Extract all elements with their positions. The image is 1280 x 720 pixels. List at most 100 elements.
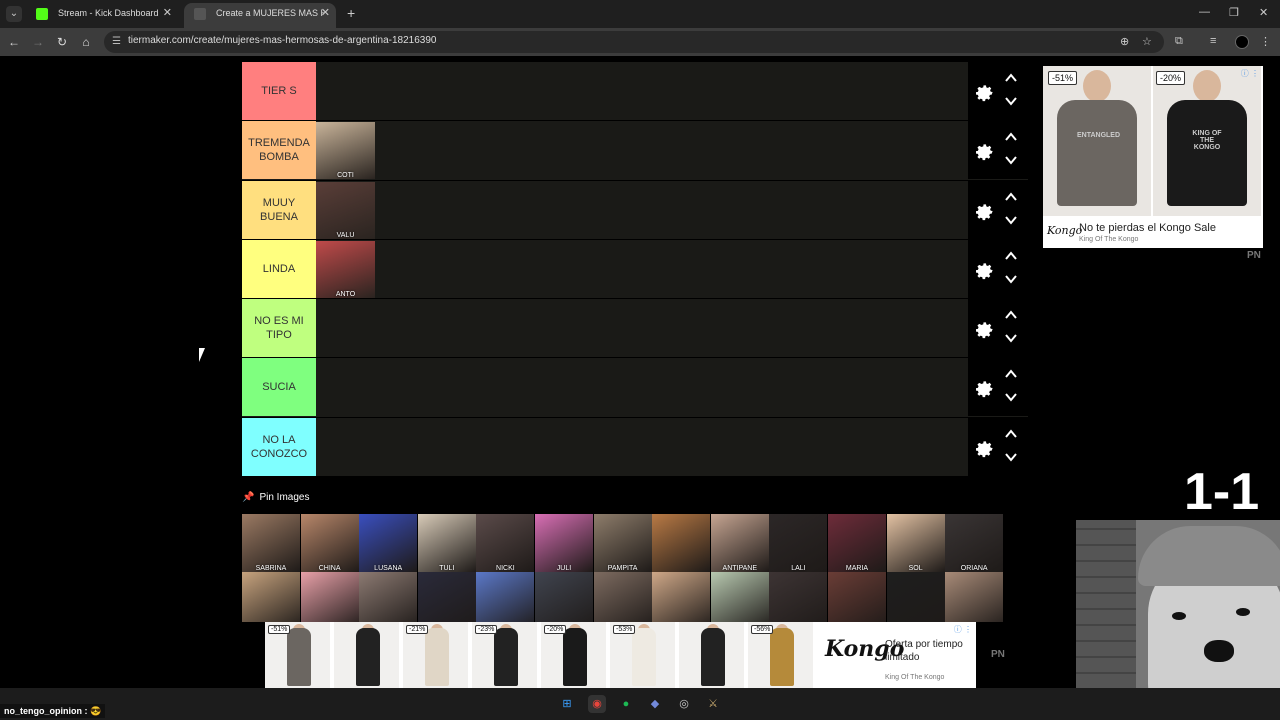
back-icon[interactable]: ← (6, 34, 22, 50)
gear-icon[interactable] (973, 376, 995, 398)
profile-avatar[interactable] (1235, 35, 1249, 49)
chevron-down-icon[interactable] (1004, 95, 1018, 107)
gear-icon[interactable] (973, 199, 995, 221)
image-label: COTI (337, 172, 354, 180)
gear-icon[interactable] (973, 80, 995, 102)
bank-image-card[interactable]: JULI (535, 514, 593, 572)
tier-image-card[interactable]: VALU (316, 181, 375, 239)
chevron-down-icon[interactable] (1004, 451, 1018, 463)
photo-image (886, 514, 945, 572)
chevron-up-icon[interactable] (1004, 131, 1018, 143)
restore-icon[interactable]: ❐ (1229, 6, 1239, 19)
bank-image-card[interactable]: MARIA (828, 514, 886, 572)
tier-image-card[interactable]: ANTO (316, 240, 375, 298)
site-info-icon[interactable]: ☰ (112, 36, 121, 47)
bank-image-card[interactable]: SOL (886, 514, 945, 572)
tier-drop-zone[interactable] (316, 62, 968, 120)
ad-product-image[interactable]: -20% (541, 622, 607, 688)
tier-drop-zone[interactable] (316, 299, 968, 358)
tab-tiermaker[interactable]: Create a MUJERES MAS HERMOSAS ✕ (184, 3, 336, 28)
close-icon[interactable]: ✕ (321, 3, 330, 24)
ad-brand: King Of The Kongo (885, 674, 945, 681)
windows-start-icon[interactable]: ⊞ (558, 695, 576, 713)
bank-image-card[interactable]: ANTIPANE (710, 514, 769, 572)
bank-image-card[interactable] (652, 514, 711, 572)
tier-drop-zone[interactable] (316, 417, 968, 476)
tier-label[interactable]: MUUY BUENA (242, 180, 316, 239)
close-icon[interactable]: ✕ (163, 3, 172, 24)
gear-icon[interactable] (973, 258, 995, 280)
chevron-down-icon[interactable] (1004, 273, 1018, 285)
ad-product-image[interactable]: -56% (748, 622, 814, 688)
gear-icon[interactable] (973, 317, 995, 339)
bank-image-card[interactable]: NICKI (476, 514, 535, 572)
chevron-up-icon[interactable] (1004, 191, 1018, 203)
ad-title[interactable]: Oferta por tiempo limitado (885, 638, 975, 664)
pin-images-toggle[interactable]: 📌 Pin Images (242, 492, 309, 506)
tier-label[interactable]: NO ES MI TIPO (242, 299, 316, 358)
chevron-up-icon[interactable] (1004, 368, 1018, 380)
address-bar[interactable]: ☰ tiermaker.com/create/mujeres-mas-hermo… (104, 31, 1164, 53)
bank-image-card[interactable]: LALI (769, 514, 828, 572)
tier-drop-zone[interactable] (316, 358, 968, 417)
ad-info-icon[interactable]: ⓘ ⋮ (954, 624, 972, 635)
tier-label[interactable]: NO LA CONOZCO (242, 417, 316, 476)
tier-drop-zone[interactable]: COTI (316, 121, 968, 180)
side-advertisement[interactable]: ENTANGLED -51% KING OF THE KONGO -20% ⓘ … (1043, 66, 1263, 248)
ad-product-image[interactable] (334, 622, 400, 688)
home-icon[interactable]: ⌂ (78, 34, 94, 50)
reload-icon[interactable]: ↻ (54, 34, 70, 50)
media-controls-icon[interactable]: ≡ (1210, 35, 1216, 47)
bank-image-card[interactable]: PAMPITA (593, 514, 652, 572)
chevron-down-icon[interactable] (1004, 391, 1018, 403)
ad-product-image[interactable]: ENTANGLED -51% (1043, 66, 1151, 216)
spotify-icon[interactable]: ● (617, 695, 635, 713)
tab-kick-dashboard[interactable]: Stream - Kick Dashboard ✕ (26, 3, 178, 28)
bank-image-card[interactable]: LUSANA (359, 514, 418, 572)
bank-image-card[interactable]: TULI (417, 514, 476, 572)
ad-title[interactable]: No te pierdas el Kongo Sale (1079, 222, 1216, 234)
chevron-down-icon[interactable] (1004, 154, 1018, 166)
bank-image-card[interactable]: CHINA (300, 514, 359, 572)
ad-info-icon[interactable]: ⓘ ⋮ (1241, 68, 1259, 79)
ad-product-image[interactable]: -23% (472, 622, 538, 688)
menu-icon[interactable]: ⋮ (1260, 35, 1271, 48)
extensions-icon[interactable]: ⧉ (1175, 35, 1183, 48)
tab-list-button[interactable]: ⌄ (6, 6, 22, 22)
chevron-down-icon[interactable] (1004, 214, 1018, 226)
discord-icon[interactable]: ◆ (646, 695, 664, 713)
tier-row: TIER S (242, 62, 1028, 122)
chevron-up-icon[interactable] (1004, 72, 1018, 84)
gear-icon[interactable] (973, 139, 995, 161)
tier-drop-zone[interactable]: VALU (316, 180, 968, 239)
tier-label[interactable]: SUCIA (242, 358, 316, 417)
ad-product-image[interactable]: -51% (265, 622, 331, 688)
tier-label[interactable]: TIER S (242, 62, 316, 120)
window-close-icon[interactable]: ✕ (1259, 6, 1268, 19)
tier-label[interactable]: LINDA (242, 239, 316, 298)
chevron-up-icon[interactable] (1004, 309, 1018, 321)
zoom-icon[interactable]: ⊕ (1120, 35, 1129, 48)
ad-product-image[interactable]: KING OF THE KONGO -20% (1153, 66, 1261, 216)
bottom-advertisement[interactable]: Kongo Oferta por tiempo limitado King Of… (265, 622, 976, 688)
league-icon[interactable]: ⚔ (704, 695, 722, 713)
new-tab-icon[interactable]: + (347, 5, 355, 21)
ad-product-image[interactable]: -21% (403, 622, 469, 688)
chevron-up-icon[interactable] (1004, 428, 1018, 440)
chrome-icon[interactable]: ◉ (588, 695, 606, 713)
tier-image-card[interactable]: COTI (316, 122, 375, 180)
bank-image-card[interactable]: SABRINA (242, 514, 300, 572)
minimize-icon[interactable]: — (1199, 6, 1210, 18)
ad-product-image[interactable]: -53% (610, 622, 676, 688)
tier-drop-zone[interactable]: ANTO (316, 239, 968, 298)
bank-image-card[interactable]: ORIANA (945, 514, 1004, 572)
url-text[interactable]: tiermaker.com/create/mujeres-mas-hermosa… (128, 35, 436, 46)
forward-icon[interactable]: → (30, 34, 46, 50)
chevron-up-icon[interactable] (1004, 250, 1018, 262)
ad-product-image[interactable] (679, 622, 745, 688)
chevron-down-icon[interactable] (1004, 332, 1018, 344)
obs-icon[interactable]: ◎ (675, 695, 693, 713)
gear-icon[interactable] (973, 436, 995, 458)
bookmark-star-icon[interactable]: ☆ (1142, 35, 1152, 48)
tier-label[interactable]: TREMENDA BOMBA (242, 121, 316, 180)
